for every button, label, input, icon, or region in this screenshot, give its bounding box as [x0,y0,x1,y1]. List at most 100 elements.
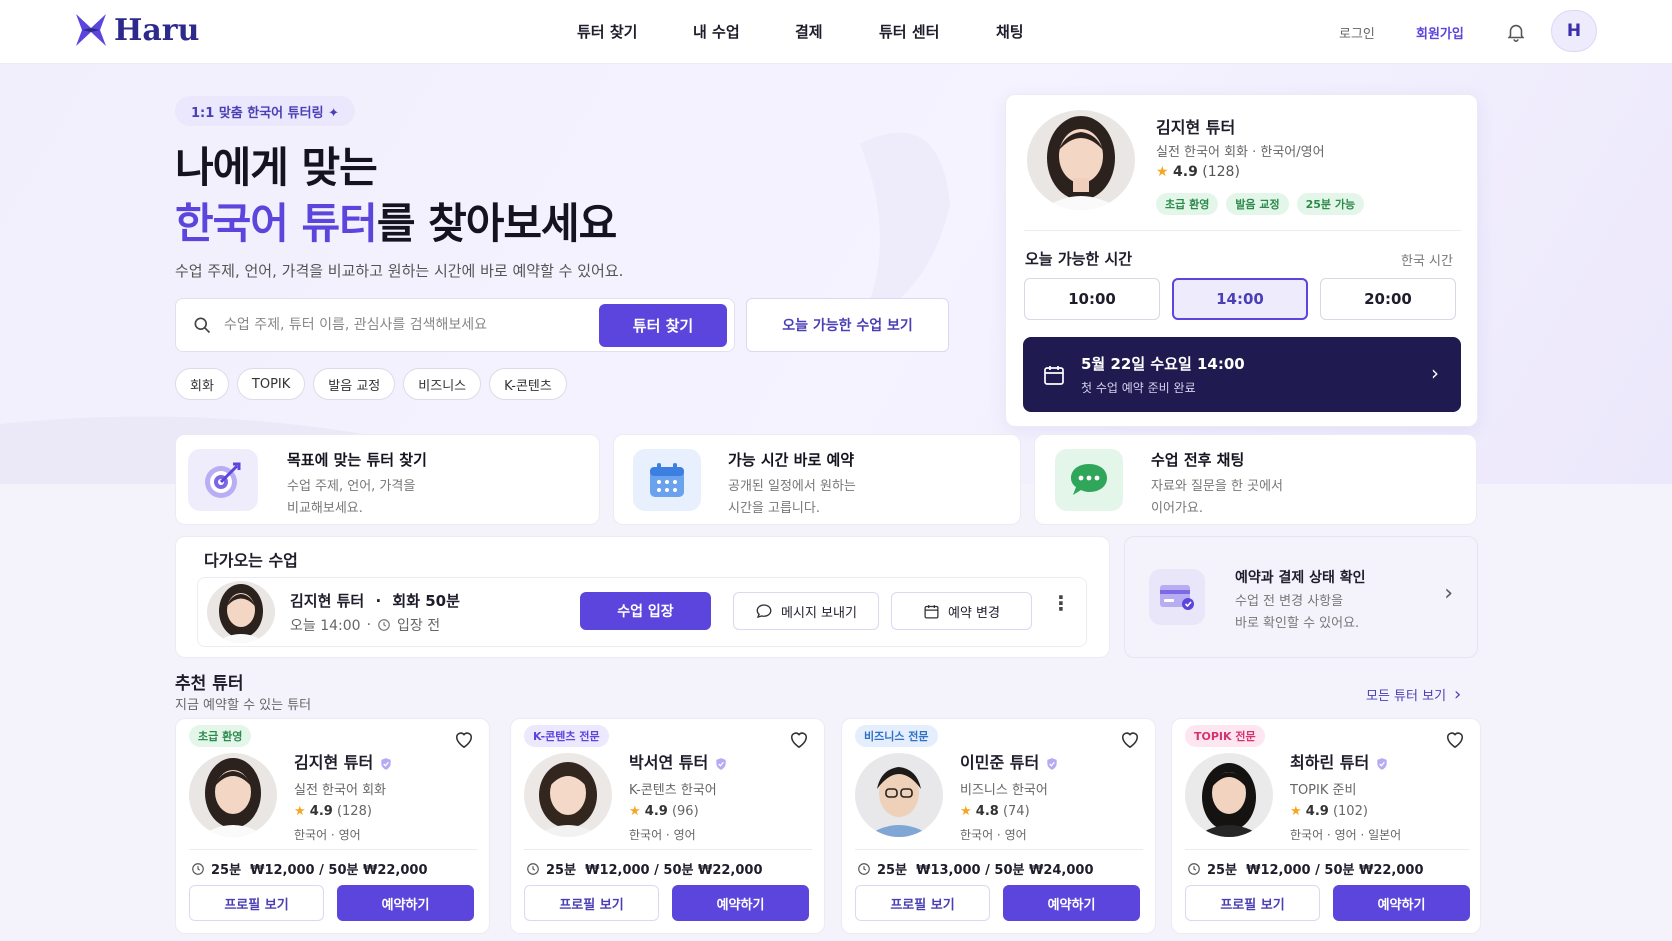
nav-chat[interactable]: 채팅 [996,23,1024,41]
tutor-avatar [189,753,277,837]
tutor-avatar [524,753,612,837]
view-profile-button[interactable]: 프로필 보기 [189,885,324,921]
book-button[interactable]: 예약하기 [337,885,474,921]
brand-name: Haru [114,12,200,48]
logo-mark-icon [76,14,106,46]
tutor-desc: K-콘텐츠 한국어 [629,783,717,798]
signup-link[interactable]: 회원가입 [1416,27,1464,42]
hero-title-line1: 나에게 맞는 [175,143,378,192]
heart-icon[interactable] [1444,729,1466,749]
view-profile-button[interactable]: 프로필 보기 [855,885,990,921]
upcoming-title: 다가오는 수업 [204,551,298,570]
tutor-reviews: (96) [671,804,699,819]
tag-25min: 25분 가능 [1296,193,1365,215]
tutor-price: 25분 ₩12,000 / 50분 ₩22,000 [1187,859,1424,878]
booking-status-desc1: 수업 전 변경 사항을 [1235,594,1344,609]
feature-title: 목표에 맞는 튜터 찾기 [287,451,427,469]
booking-status-title: 예약과 결제 상태 확인 [1235,570,1366,586]
time-slot-14[interactable]: 14:00 [1172,278,1308,320]
tutor-price-text: 25분 ₩12,000 / 50분 ₩22,000 [546,863,763,878]
chip-topik[interactable]: TOPIK [236,368,306,400]
tag-pronunciation: 발음 교정 [1226,193,1289,215]
tutor-actions: 프로필 보기 예약하기 [855,885,1140,921]
hero-badge: 1:1 맞춤 한국어 튜터링 ✦ [175,96,355,126]
upcoming-lesson-info: 김지현 튜터 · 회화 50분 [290,590,460,611]
target-icon [188,449,258,511]
verified-badge-icon [1377,757,1387,770]
tutor-reviews: (102) [1332,804,1368,819]
view-profile-button[interactable]: 프로필 보기 [1185,885,1320,921]
booking-title: 5월 22일 수요일 14:00 [1081,355,1245,373]
availability-title: 오늘 가능한 시간 [1025,250,1133,268]
tutor-price: 25분 ₩13,000 / 50분 ₩24,000 [857,859,1094,878]
divider [855,849,1143,850]
rating-value: 4.9 [1173,164,1198,180]
search-input[interactable] [224,317,604,333]
time-slot-20[interactable]: 20:00 [1320,278,1456,320]
feature-card-chat: 수업 전후 채팅 자료와 질문을 한 곳에서 이어가요. [1034,434,1477,525]
recommended-title: 추천 튜터 [175,674,244,694]
star-icon: ★ [960,804,972,819]
all-tutors-label: 모든 튜터 보기 [1366,689,1447,704]
search-button[interactable]: 튜터 찾기 [599,304,727,347]
change-booking-label: 예약 변경 [948,605,1000,621]
featured-tutor-name: 김지현 튜터 [1156,118,1236,137]
brand-logo[interactable]: Haru [74,12,199,48]
tutor-price-text: 25분 ₩12,000 / 50분 ₩22,000 [211,863,428,878]
tutor-rating: 4.9 [644,804,668,819]
nav-tutor-center[interactable]: 튜터 센터 [879,23,939,41]
search-icon [194,317,211,334]
tutor-actions: 프로필 보기 예약하기 [189,885,474,921]
clock-icon [192,862,204,875]
tutor-avatar [855,753,943,837]
today-lessons-button[interactable]: 오늘 가능한 수업 보기 [746,298,949,352]
send-message-button[interactable]: 메시지 보내기 [733,592,879,630]
booking-summary-button[interactable]: 5월 22일 수요일 14:00 첫 수업 예약 준비 완료 › [1023,337,1461,412]
hero-title-accent: 한국어 튜터 [175,199,378,248]
tutor-desc: 비즈니스 한국어 [960,783,1048,798]
nav-find-tutor[interactable]: 튜터 찾기 [577,21,637,42]
review-count: (128) [1202,164,1240,180]
tutor-info: 김지현 튜터 실전 한국어 회화 ★ 4.9 (128) 한국어 · 영어 [294,749,393,843]
tutor-actions: 프로필 보기 예약하기 [1185,885,1470,921]
user-avatar[interactable]: H [1551,10,1597,52]
time-slot-10[interactable]: 10:00 [1024,278,1160,320]
verified-badge-icon [381,757,391,770]
book-button[interactable]: 예약하기 [1003,885,1140,921]
verified-badge-icon [716,757,726,770]
calendar-icon [633,449,701,511]
heart-icon[interactable] [1119,729,1141,749]
divider [524,849,812,850]
book-button[interactable]: 예약하기 [672,885,809,921]
upcoming-tutor-name: 김지현 튜터 [290,592,365,610]
chip-conversation[interactable]: 회화 [175,368,229,400]
enter-lesson-button[interactable]: 수업 입장 [580,592,711,630]
chip-kcontent[interactable]: K-콘텐츠 [489,368,567,400]
tutor-name-row: 이민준 튜터 [960,749,1059,773]
booking-status-desc2: 바로 확인할 수 있어요. [1235,616,1360,631]
all-tutors-link[interactable]: 모든 튜터 보기 › [1366,685,1461,704]
heart-icon[interactable] [788,729,810,749]
change-booking-button[interactable]: 예약 변경 [891,592,1032,630]
booking-status-card[interactable]: 예약과 결제 상태 확인 수업 전 변경 사항을바로 확인할 수 있어요. › [1124,536,1478,658]
view-profile-button[interactable]: 프로필 보기 [524,885,659,921]
chevron-right-icon: › [1444,581,1453,606]
tutor-name-row: 박서연 튜터 [629,749,728,773]
nav-my-lessons[interactable]: 내 수업 [693,23,740,41]
more-options-icon[interactable]: ⋮ [1051,593,1071,613]
chip-business[interactable]: 비즈니스 [403,368,482,400]
nav-payment[interactable]: 결제 [795,23,823,41]
verified-badge-icon [1047,757,1057,770]
chip-pronunciation[interactable]: 발음 교정 [313,368,396,400]
feature-desc: 자료와 질문을 한 곳에서 이어가요. [1151,476,1283,520]
bell-icon[interactable] [1505,21,1527,47]
message-icon [756,604,772,619]
book-button[interactable]: 예약하기 [1333,885,1470,921]
heart-icon[interactable] [453,729,475,749]
login-link[interactable]: 로그인 [1339,27,1375,42]
featured-tutor-rating: ★ 4.9 (128) [1156,164,1240,180]
tutor-card: 비즈니스 전문 이민준 튜터 비즈니스 한국어 ★ 4.8 (74) 한국어 ·… [841,718,1156,934]
chevron-right-icon: › [1454,683,1462,705]
featured-tags: 초급 환영 발음 교정 25분 가능 [1156,193,1365,215]
clock-icon [858,862,870,875]
